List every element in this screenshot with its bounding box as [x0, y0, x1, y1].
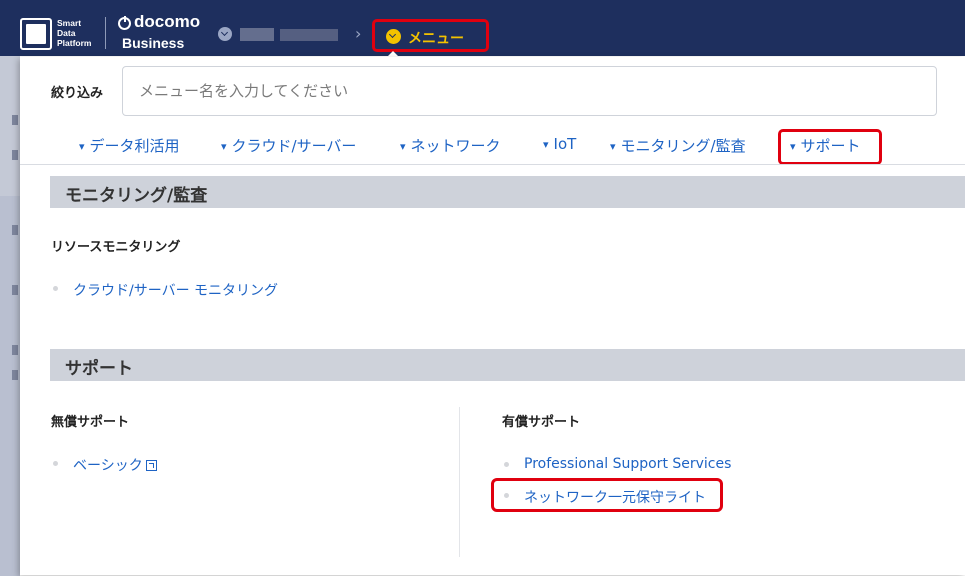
menu-breadcrumb-label: メニュー: [408, 31, 464, 47]
menu-breadcrumb-button[interactable]: メニュー: [372, 19, 489, 52]
sdp-logo-text: Smart Data Platform: [57, 18, 91, 48]
tab-label: ネットワーク: [410, 137, 501, 155]
arrow-down-icon: ▾: [79, 140, 85, 153]
breadcrumb-chevron-icon[interactable]: [218, 27, 232, 41]
redacted-breadcrumb[interactable]: [240, 28, 274, 41]
section-header-monitoring: モニタリング/監査: [50, 176, 965, 208]
arrow-down-icon: ▾: [221, 140, 227, 153]
external-link-icon: [145, 460, 157, 471]
sdp-line-1: Smart: [57, 18, 82, 28]
menu-search-input[interactable]: [122, 66, 937, 116]
link-professional-support-services[interactable]: Professional Support Services: [524, 456, 731, 472]
background-page-header: [0, 56, 20, 196]
tab-label: IoT: [553, 135, 577, 153]
filter-label: 絞り込み: [51, 86, 104, 101]
tab-support-highlight: [778, 129, 882, 165]
subhead-resource-monitoring: リソースモニタリング: [51, 240, 181, 255]
sdp-line-2: Data: [57, 28, 76, 38]
arrow-down-icon: ▾: [610, 140, 616, 153]
tab-network[interactable]: ▾ ネットワーク: [400, 135, 501, 161]
breadcrumb-separator-icon: ›: [355, 24, 362, 43]
section-header-support: サポート: [50, 349, 965, 381]
sdp-logo-icon: [20, 18, 52, 50]
brand-docomo: docomo: [134, 12, 201, 31]
background-mark: [12, 150, 18, 160]
arrow-down-icon: ▾: [543, 138, 549, 151]
docomo-power-icon: [118, 16, 131, 30]
tab-cloud-server[interactable]: ▾ クラウド/サーバー: [221, 135, 356, 161]
menu-dropdown-panel: 絞り込み ▾ データ利活用 ▾ クラウド/サーバー ▾ ネットワーク ▾ IoT ▾ モニ…: [20, 57, 965, 575]
background-mark: [12, 285, 18, 295]
column-divider: [459, 407, 460, 557]
tab-monitoring-audit[interactable]: ▾ モニタリング/監査: [610, 135, 746, 161]
sdp-line-3: Platform: [57, 38, 92, 48]
background-mark: [12, 345, 18, 355]
list-bullet: [53, 461, 58, 466]
list-bullet: [53, 286, 58, 291]
background-mark: [12, 115, 18, 125]
top-navigation-bar: Smart Data Platform docomo Business › メニ…: [0, 0, 965, 56]
link-label: ベーシック: [73, 458, 143, 474]
background-mark: [12, 370, 18, 380]
arrow-down-icon: ▾: [400, 140, 406, 153]
tab-iot[interactable]: ▾ IoT: [543, 135, 576, 161]
list-bullet: [504, 462, 509, 467]
link-basic-support[interactable]: ベーシック: [73, 455, 157, 475]
category-tabs: ▾ データ利活用 ▾ クラウド/サーバー ▾ ネットワーク ▾ IoT ▾ モニタリング/…: [20, 129, 965, 165]
link-cloud-server-monitoring[interactable]: クラウド/サーバー モニタリング: [73, 280, 278, 300]
tab-label: モニタリング/監査: [620, 137, 746, 155]
logo-divider: [105, 17, 106, 49]
section-title: モニタリング/監査: [65, 186, 208, 206]
tab-data-utilization[interactable]: ▾ データ利活用: [79, 135, 180, 161]
section-title: サポート: [65, 359, 133, 379]
network-maintenance-highlight: [491, 478, 723, 512]
subhead-paid-support: 有償サポート: [502, 415, 581, 430]
brand-business: Business: [122, 35, 185, 51]
subhead-free-support: 無償サポート: [51, 415, 130, 430]
tabs-divider: [20, 164, 965, 165]
tab-label: データ利活用: [89, 137, 180, 155]
background-mark: [12, 225, 18, 235]
tab-label: クラウド/サーバー: [231, 137, 357, 155]
redacted-breadcrumb[interactable]: [280, 29, 338, 41]
chevron-down-circle-icon: [386, 29, 401, 44]
